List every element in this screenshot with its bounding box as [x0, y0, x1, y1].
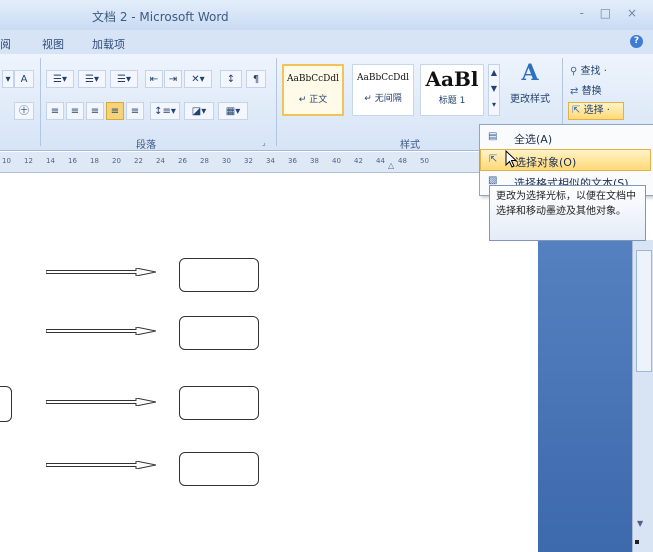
arrow-shape[interactable]	[46, 398, 156, 406]
chinese-layout-icon[interactable]: ✕▾	[184, 70, 212, 88]
style-sample: AaBbCcDdl	[356, 73, 410, 83]
enclose-char-icon[interactable]: ㊉	[14, 102, 34, 120]
ruler-tick: 40	[332, 157, 341, 165]
ruler-tick: 36	[288, 157, 297, 165]
ruler-tick: 24	[156, 157, 165, 165]
arrow-shape[interactable]	[46, 327, 156, 335]
ruler-tick: 10	[2, 157, 11, 165]
arrow-shape[interactable]	[46, 461, 156, 469]
window-controls[interactable]: - □ ×	[580, 6, 643, 20]
ruler-tick: 28	[200, 157, 209, 165]
rounded-rectangle-shape[interactable]	[179, 258, 259, 292]
menu-item-label: 全选(A)	[514, 133, 553, 146]
help-icon[interactable]: ?	[630, 35, 643, 48]
sort-icon[interactable]: ↕	[220, 70, 242, 88]
find-button[interactable]: ⚲ 查找 ·	[570, 62, 607, 77]
distribute-icon[interactable]: ≡	[126, 102, 144, 120]
arrow-shape[interactable]	[46, 268, 156, 276]
ruler-tick: 30	[222, 157, 231, 165]
bullets-icon[interactable]: ☰▾	[46, 70, 74, 88]
ruler-tick: 42	[354, 157, 363, 165]
ruler-tick: 32	[244, 157, 253, 165]
styles-scroll-icon[interactable]: ▲ ▼ ▾	[488, 64, 500, 116]
rounded-rectangle-shape[interactable]	[179, 316, 259, 350]
rounded-rectangle-shape[interactable]	[179, 386, 259, 420]
ruler-tick: 26	[178, 157, 187, 165]
tab-view[interactable]: 视图	[42, 36, 64, 52]
select-label: 选择 ·	[583, 105, 610, 116]
dialog-launcher-icon[interactable]: ⌟	[262, 138, 266, 147]
change-styles-label: 更改样式	[510, 94, 550, 105]
ruler-tick: 18	[90, 157, 99, 165]
align-center-icon[interactable]: ≡	[66, 102, 84, 120]
align-right-icon[interactable]: ≡	[86, 102, 104, 120]
scrollbar-thumb[interactable]	[636, 250, 652, 372]
increase-indent-icon[interactable]: ⇥	[164, 70, 182, 88]
menu-item-label: 选择对象(O)	[515, 156, 577, 169]
multilevel-list-icon[interactable]: ☰▾	[110, 70, 138, 88]
select-objects-tooltip: 更改为选择光标，以便在文档中选择和移动墨迹及其他对象。	[489, 185, 646, 241]
ruler-tick: 38	[310, 157, 319, 165]
borders-icon[interactable]: ▦▾	[218, 102, 248, 120]
title-bar: 文档 2 - Microsoft Word - □ ×	[0, 0, 653, 31]
rounded-rectangle-shape[interactable]	[0, 386, 12, 422]
style-no-spacing[interactable]: AaBbCcDdl ↵ 无间隔	[352, 64, 414, 116]
decrease-indent-icon[interactable]: ⇤	[145, 70, 163, 88]
ruler-tick: 12	[24, 157, 33, 165]
style-name: 标题 1	[438, 96, 466, 106]
style-name: ↵ 无间隔	[364, 94, 402, 104]
style-normal[interactable]: AaBbCcDdl ↵ 正文	[282, 64, 344, 116]
scroll-down-icon[interactable]: ▼	[637, 519, 643, 528]
style-name: ↵ 正文	[298, 95, 328, 105]
style-heading-1[interactable]: AaBl 标题 1	[420, 64, 484, 116]
scroll-end-marker	[635, 540, 639, 544]
font-size-icon[interactable]: ▾	[2, 70, 14, 88]
change-styles-icon: A	[521, 60, 539, 86]
ribbon-tabs: 阅 视图 加载项 ?	[0, 30, 653, 54]
menu-item-select-all[interactable]: ▤ 全选(A)	[480, 127, 651, 149]
ruler-tick: 14	[46, 157, 55, 165]
select-all-icon: ▤	[488, 131, 498, 142]
replace-label: 替换	[581, 86, 602, 97]
style-sample: AaBl	[425, 67, 479, 91]
align-left-icon[interactable]: ≡	[46, 102, 64, 120]
tab-review[interactable]: 阅	[0, 36, 11, 52]
font-color-icon[interactable]: A	[14, 70, 34, 88]
group-separator	[276, 58, 277, 146]
styles-group-label: 样式	[400, 140, 420, 151]
paragraph-group-label: 段落	[136, 140, 156, 151]
group-separator	[40, 58, 41, 146]
rounded-rectangle-shape[interactable]	[179, 452, 259, 486]
ruler-tick: 34	[266, 157, 275, 165]
show-marks-icon[interactable]: ¶	[246, 70, 266, 88]
style-sample: AaBbCcDdl	[286, 74, 340, 84]
ruler-tick: 20	[112, 157, 121, 165]
shading-icon[interactable]: ◪▾	[184, 102, 214, 120]
select-cursor-icon: ⇱	[572, 105, 581, 116]
justify-icon[interactable]: ≡	[106, 102, 124, 120]
ruler-tick: 44	[376, 157, 385, 165]
ruler-tick: 22	[134, 157, 143, 165]
binoculars-icon: ⚲	[570, 66, 578, 77]
vertical-scrollbar[interactable]: ▼	[632, 240, 653, 552]
select-button[interactable]: ⇱ 选择 ·	[568, 102, 624, 120]
cursor-arrow-icon: ⇱	[489, 154, 498, 165]
find-label: 查找 ·	[580, 66, 607, 77]
replace-button[interactable]: ⇄ 替换	[570, 82, 602, 97]
ruler-tick: 16	[68, 157, 77, 165]
ruler-tick: 48	[398, 157, 407, 165]
change-styles-button[interactable]: A 更改样式	[508, 60, 552, 105]
line-spacing-icon[interactable]: ↕≡▾	[150, 102, 180, 120]
numbering-icon[interactable]: ☰▾	[78, 70, 106, 88]
tab-addins[interactable]: 加载项	[92, 36, 125, 52]
window-title: 文档 2 - Microsoft Word	[92, 10, 229, 24]
ruler-tick: 50	[420, 157, 429, 165]
mouse-cursor-icon	[505, 150, 517, 168]
indent-marker-icon[interactable]: △	[388, 161, 394, 170]
replace-icon: ⇄	[570, 86, 579, 97]
